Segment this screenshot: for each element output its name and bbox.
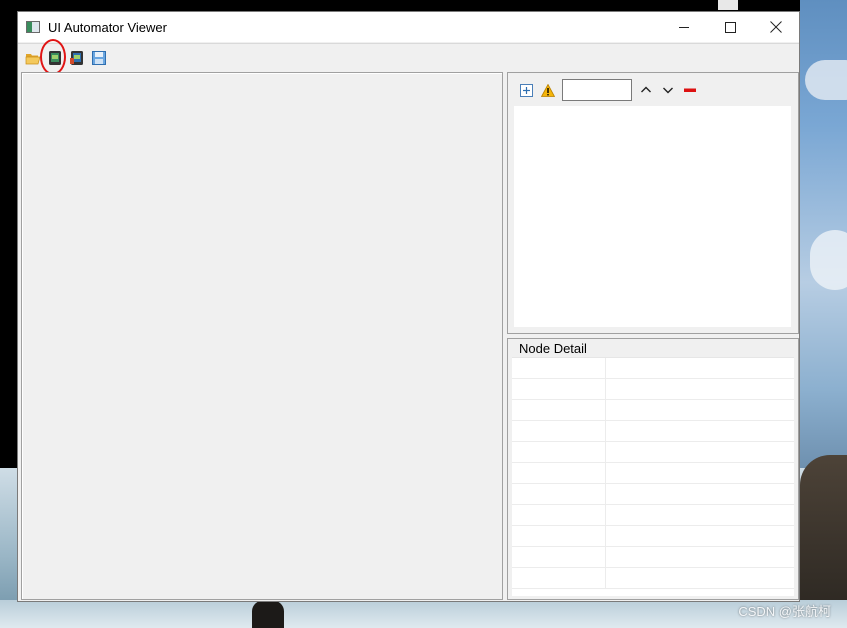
detail-key-cell xyxy=(512,505,606,525)
screenshot-panel[interactable] xyxy=(21,72,503,600)
minimize-icon xyxy=(678,26,689,28)
table-row[interactable] xyxy=(512,400,794,421)
expand-all-icon xyxy=(519,83,533,97)
detail-key-cell xyxy=(512,400,606,420)
detail-value-cell xyxy=(606,505,794,525)
detail-key-cell xyxy=(512,379,606,399)
window-title: UI Automator Viewer xyxy=(48,19,167,35)
table-row[interactable] xyxy=(512,484,794,505)
detail-key-cell xyxy=(512,484,606,504)
detail-value-cell xyxy=(606,568,794,588)
detail-value-cell xyxy=(606,358,794,378)
detail-key-cell xyxy=(512,421,606,441)
detail-value-cell xyxy=(606,463,794,483)
detail-value-cell xyxy=(606,421,794,441)
maximize-button[interactable] xyxy=(707,12,753,42)
toggle-nafs-button[interactable] xyxy=(540,82,556,98)
device-screenshot-compressed-button[interactable] xyxy=(66,47,88,69)
main-toolbar xyxy=(18,38,799,75)
table-row[interactable] xyxy=(512,505,794,526)
desktop-cliff xyxy=(800,455,847,605)
table-row[interactable] xyxy=(512,547,794,568)
title-bar[interactable]: UI Automator Viewer xyxy=(18,12,799,42)
save-icon xyxy=(92,50,106,65)
device-screenshot-compressed-icon xyxy=(70,50,83,65)
close-icon xyxy=(770,21,782,33)
next-match-button[interactable] xyxy=(660,82,676,98)
expand-all-button[interactable] xyxy=(518,82,534,98)
close-button[interactable] xyxy=(753,12,799,42)
app-icon xyxy=(26,21,40,33)
chevron-up-icon xyxy=(641,86,651,93)
chevron-down-icon xyxy=(663,87,673,94)
detail-key-cell xyxy=(512,358,606,378)
detail-value-cell xyxy=(606,484,794,504)
warning-icon xyxy=(541,83,555,97)
minimize-button[interactable] xyxy=(661,12,707,42)
table-row[interactable] xyxy=(512,526,794,547)
table-row[interactable] xyxy=(512,379,794,400)
app-window: UI Automator Viewer Node Detail xyxy=(17,11,800,602)
hierarchy-panel xyxy=(507,72,799,334)
desktop-cloud xyxy=(805,60,847,100)
table-row[interactable] xyxy=(512,358,794,379)
highlight-annotation xyxy=(40,38,66,75)
node-detail-label: Node Detail xyxy=(516,341,590,356)
clear-icon xyxy=(684,88,696,92)
clear-search-button[interactable] xyxy=(682,82,698,98)
desktop-cloud xyxy=(810,230,847,290)
desktop-window-edge xyxy=(718,0,738,10)
detail-value-cell xyxy=(606,442,794,462)
desktop-shore xyxy=(0,600,847,628)
detail-key-cell xyxy=(512,526,606,546)
watermark: CSDN @张航柯 xyxy=(738,604,831,619)
detail-value-cell xyxy=(606,547,794,567)
table-row[interactable] xyxy=(512,421,794,442)
detail-key-cell xyxy=(512,568,606,588)
previous-match-button[interactable] xyxy=(638,82,654,98)
hierarchy-tree[interactable] xyxy=(514,106,791,327)
detail-key-cell xyxy=(512,547,606,567)
device-screenshot-button[interactable] xyxy=(40,38,66,75)
node-detail-table[interactable] xyxy=(512,357,794,596)
table-row[interactable] xyxy=(512,463,794,484)
save-button[interactable] xyxy=(88,47,110,69)
detail-key-cell xyxy=(512,463,606,483)
table-row[interactable] xyxy=(512,568,794,589)
maximize-icon xyxy=(724,21,736,33)
detail-key-cell xyxy=(512,442,606,462)
desktop-figure xyxy=(252,600,284,628)
detail-value-cell xyxy=(606,526,794,546)
open-folder-icon xyxy=(25,53,41,64)
table-row[interactable] xyxy=(512,442,794,463)
hierarchy-toolbar xyxy=(518,79,698,101)
window-controls xyxy=(661,12,799,42)
detail-value-cell xyxy=(606,400,794,420)
search-input[interactable] xyxy=(562,79,632,101)
node-detail-panel: Node Detail xyxy=(507,338,799,600)
detail-value-cell xyxy=(606,379,794,399)
